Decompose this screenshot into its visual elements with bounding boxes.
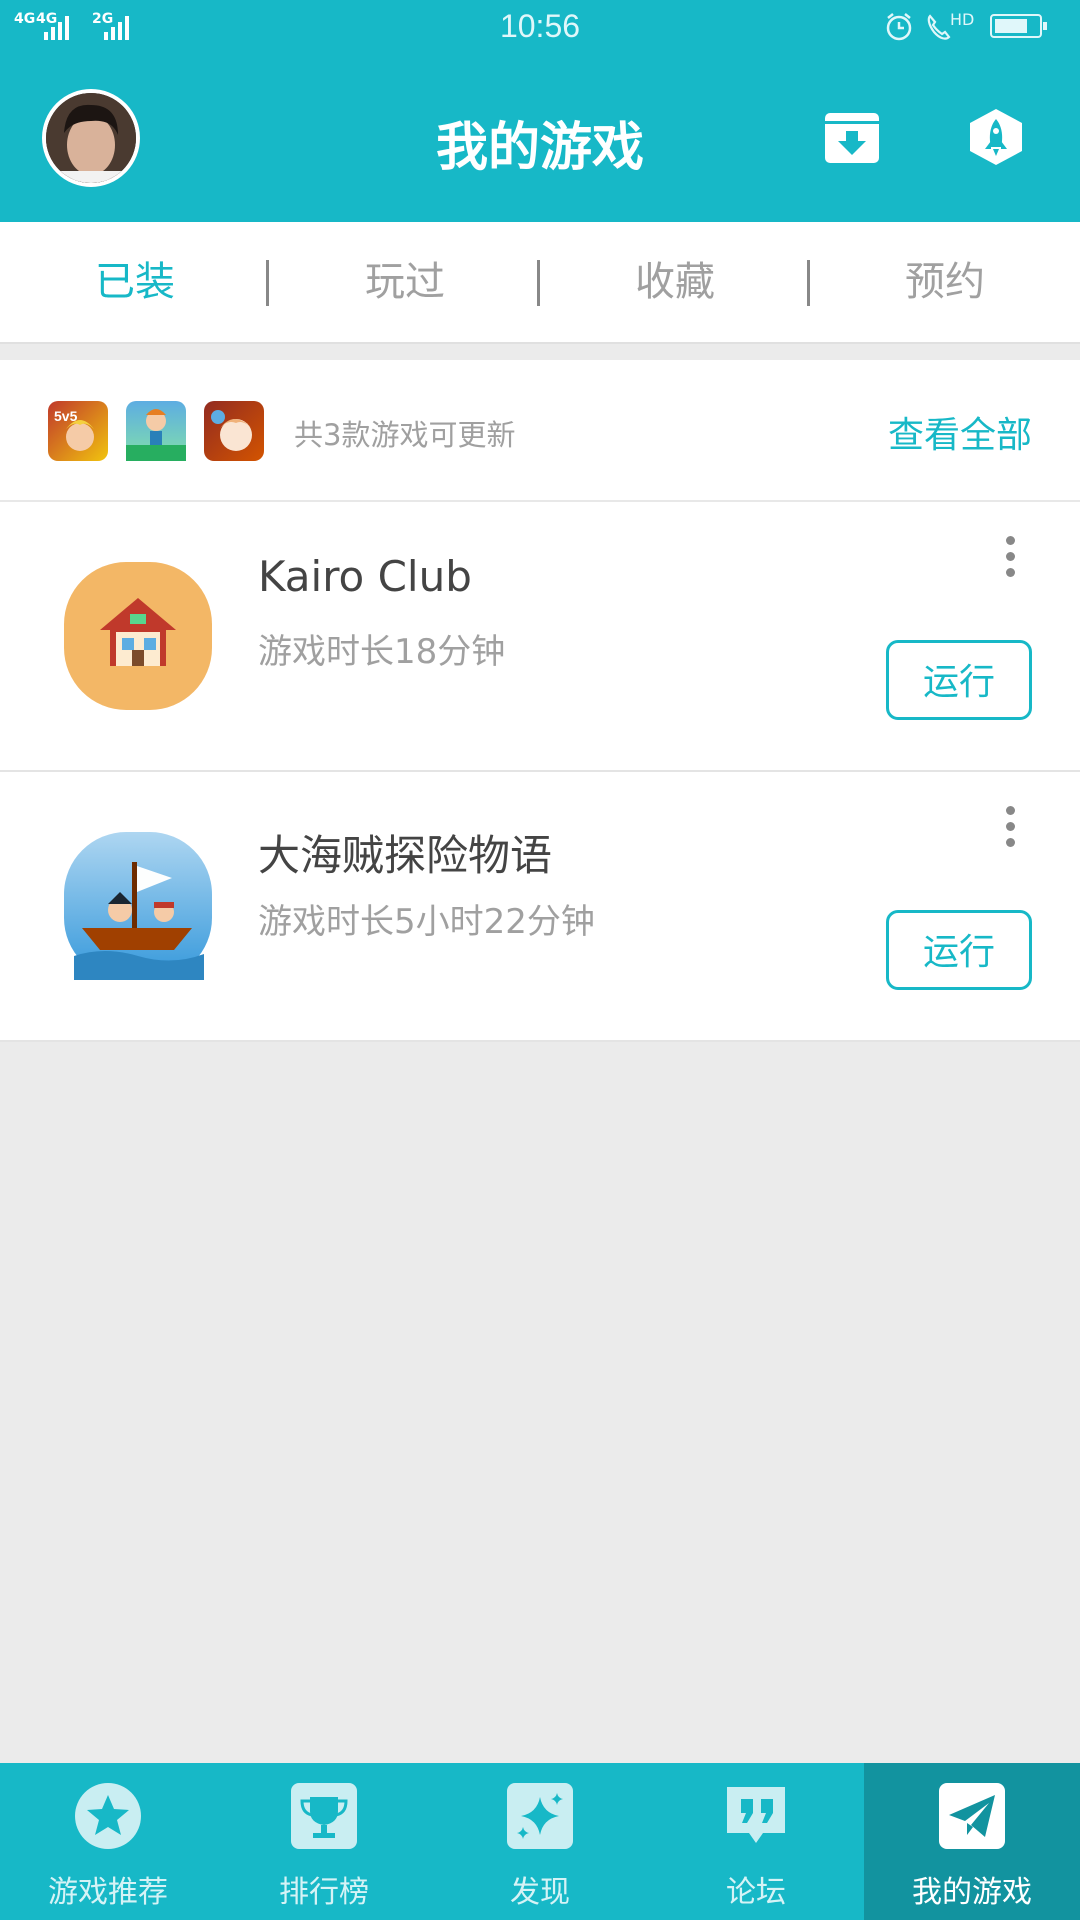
download-manager-button[interactable] [822,107,882,167]
tab-divider [266,260,269,306]
battery-icon [990,14,1047,38]
game-play-time: 游戏时长18分钟 [258,632,506,672]
app-header: 我的游戏 [0,57,1080,222]
honor-of-kings-icon: 5v5 [48,401,108,461]
game-list-item[interactable]: Kairo Club 游戏时长18分钟 运行 [0,502,1080,772]
nav-discover[interactable]: 发现 [432,1763,648,1920]
status-bar: 4G 4G 2G 10:56 HD [0,0,1080,57]
alarm-icon [886,13,912,41]
tab-installed[interactable]: 已装 [0,222,270,342]
nav-my-games[interactable]: 我的游戏 [864,1763,1080,1920]
nav-rankings[interactable]: 排行榜 [216,1763,432,1920]
run-game-button[interactable]: 运行 [886,910,1032,990]
paper-plane-icon [939,1783,1005,1849]
warrior-girl-icon [204,401,264,461]
more-options-icon[interactable] [1002,536,1018,580]
game-title: 大海贼探险物语 [258,831,553,880]
game-play-time: 游戏时长5小时22分钟 [258,902,595,942]
star-icon [75,1783,141,1849]
tab-reservations[interactable]: 预约 [810,222,1080,342]
nav-label: 发现 [510,1875,570,1910]
nav-label: 游戏推荐 [48,1875,168,1910]
nav-label: 论坛 [726,1875,786,1910]
more-options-icon[interactable] [1002,806,1018,850]
house-icon[interactable] [64,562,212,710]
game-title: Kairo Club [258,552,472,601]
hd-label: HD [950,10,975,29]
runner-game-icon [126,401,186,461]
download-box-icon [825,113,879,163]
run-game-button[interactable]: 运行 [886,640,1032,720]
sparkle-icon [507,1783,573,1849]
quote-bubble-icon [727,1787,785,1843]
trophy-icon [291,1783,357,1849]
bottom-navigation: 游戏推荐 排行榜 发现 论坛 我的游戏 [0,1763,1080,1920]
updates-banner[interactable]: 5v5 共3款游戏可更新 查看全部 [0,360,1080,502]
tab-played[interactable]: 玩过 [270,222,540,342]
page-title: 我的游戏 [435,118,644,178]
nav-forum[interactable]: 论坛 [648,1763,864,1920]
speed-up-button[interactable] [966,107,1026,167]
status-icons: HD [884,10,1064,46]
game-list-item[interactable]: 大海贼探险物语 游戏时长5小时22分钟 运行 [0,772,1080,1042]
update-count-text: 共3款游戏可更新 [294,418,516,452]
nav-label: 我的游戏 [912,1875,1032,1910]
svg-text:5v5: 5v5 [54,408,78,424]
nav-game-recommend[interactable]: 游戏推荐 [0,1763,216,1920]
game-tabs: 已装 玩过 收藏 预约 [0,222,1080,344]
view-all-link[interactable]: 查看全部 [888,406,1032,458]
tab-favorites[interactable]: 收藏 [540,222,810,342]
rocket-icon [970,109,1022,165]
nav-label: 排行榜 [279,1875,369,1910]
pirate-ship-icon[interactable] [64,832,212,980]
